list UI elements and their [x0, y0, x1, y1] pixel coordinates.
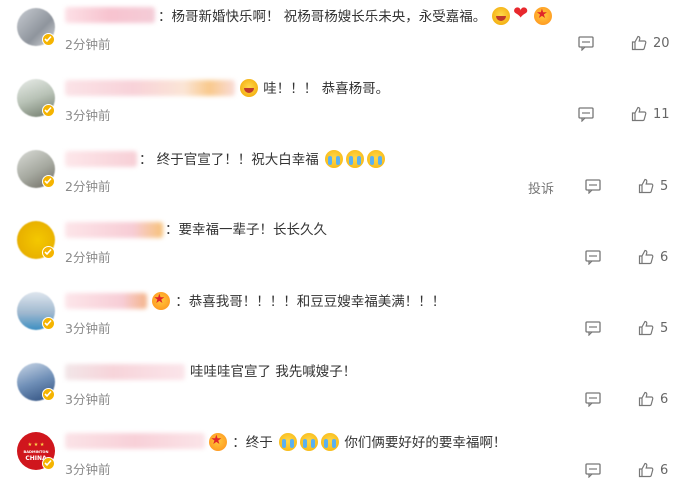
comment-icon[interactable]	[585, 463, 601, 478]
username[interactable]	[65, 222, 163, 238]
comment-item: ：杨哥新婚快乐啊！ 祝杨哥杨嫂长乐未央，永受嘉福。 2分钟前 20	[0, 0, 699, 71]
username[interactable]	[65, 364, 185, 380]
comment-text: ：要幸福一辈子！长长久久	[165, 221, 327, 239]
verified-badge-icon	[42, 246, 55, 259]
comment-body: ：恭喜我哥！！！！和豆豆嫂幸福美满！！！	[175, 294, 446, 310]
starstruck-emoji-icon	[534, 6, 553, 25]
comment-icon[interactable]	[585, 321, 601, 336]
laughing-emoji-icon	[239, 79, 258, 97]
username[interactable]	[65, 7, 155, 23]
starstruck-emoji-icon	[151, 291, 170, 310]
like-count: 6	[660, 250, 669, 265]
verified-badge-icon	[42, 388, 55, 401]
laughing-emoji-icon	[492, 7, 511, 25]
like-count: 5	[660, 321, 669, 336]
verified-badge-icon	[42, 33, 55, 46]
comment-icon[interactable]	[578, 36, 594, 51]
crying-emoji-icon	[299, 433, 318, 451]
comment-text: 哇！！！ 恭喜杨哥。	[238, 79, 389, 98]
comment-icon[interactable]	[585, 392, 601, 407]
timestamp: 2分钟前	[65, 250, 111, 265]
comment-icon[interactable]	[585, 250, 601, 265]
thumbs-up-icon[interactable]	[638, 249, 654, 265]
timestamp: 2分钟前	[65, 179, 111, 194]
crying-emoji-icon	[345, 150, 364, 168]
comment-body: ： 终于官宣了！！祝大白幸福	[139, 152, 319, 168]
comment-item: ★ ★ ★ BADMINTON CHINA ：终于 你们俩要好好的要幸福啊！ 3…	[0, 426, 699, 497]
crying-emoji-icon	[278, 433, 297, 451]
comment-body: 哇！！！ 恭喜杨哥。	[263, 81, 390, 97]
verified-badge-icon	[42, 317, 55, 330]
verified-badge-icon	[42, 457, 55, 470]
verified-badge-icon	[42, 104, 55, 117]
comment-text: ： 终于官宣了！！祝大白幸福	[139, 150, 386, 169]
crying-emoji-icon	[320, 433, 339, 451]
heart-emoji-icon	[513, 5, 531, 25]
starstruck-emoji-icon	[208, 432, 227, 451]
timestamp: 3分钟前	[65, 462, 111, 477]
like-count: 20	[653, 36, 670, 51]
thumbs-up-icon[interactable]	[638, 391, 654, 407]
comment-item: 哇哇哇官宣了 我先喊嫂子！ 3分钟前 6	[0, 355, 699, 426]
crying-emoji-icon	[366, 150, 385, 168]
username[interactable]	[65, 80, 235, 96]
like-count: 11	[653, 107, 670, 122]
timestamp: 3分钟前	[65, 321, 111, 336]
thumbs-up-icon[interactable]	[638, 462, 654, 478]
comment-text: ：恭喜我哥！！！！和豆豆嫂幸福美满！！！	[150, 291, 446, 311]
comment-text: 哇哇哇官宣了 我先喊嫂子！	[190, 363, 356, 381]
thumbs-up-icon[interactable]	[631, 106, 647, 122]
comment-text: ：杨哥新婚快乐啊！ 祝杨哥杨嫂长乐未央，永受嘉福。	[158, 5, 554, 26]
comment-text: ：终于 你们俩要好好的要幸福啊！	[207, 432, 507, 452]
comment-body-start: ：终于	[232, 435, 273, 451]
comment-body: ：要幸福一辈子！长长久久	[165, 222, 327, 238]
comment-item: 哇！！！ 恭喜杨哥。 3分钟前 11	[0, 71, 699, 142]
comment-body: ：杨哥新婚快乐啊！ 祝杨哥杨嫂长乐未央，永受嘉福。	[158, 9, 487, 25]
thumbs-up-icon[interactable]	[631, 35, 647, 51]
comment-item: ：要幸福一辈子！长长久久 2分钟前 6	[0, 213, 699, 284]
thumbs-up-icon[interactable]	[638, 178, 654, 194]
like-count: 6	[660, 463, 669, 478]
comment-icon[interactable]	[578, 107, 594, 122]
svg-text:★ ★ ★: ★ ★ ★	[28, 442, 45, 448]
username[interactable]	[65, 151, 137, 167]
comment-icon[interactable]	[585, 179, 601, 194]
username[interactable]	[65, 293, 147, 309]
timestamp: 3分钟前	[65, 392, 111, 407]
crying-emoji-icon	[324, 150, 343, 168]
comment-item: ： 终于官宣了！！祝大白幸福 2分钟前 投诉 5	[0, 142, 699, 213]
comment-item: ：恭喜我哥！！！！和豆豆嫂幸福美满！！！ 3分钟前 5	[0, 284, 699, 355]
comment-body-end: 你们俩要好好的要幸福啊！	[344, 435, 507, 451]
like-count: 5	[660, 179, 669, 194]
comment-body: 哇哇哇官宣了 我先喊嫂子！	[190, 364, 357, 380]
verified-badge-icon	[42, 175, 55, 188]
timestamp: 3分钟前	[65, 108, 111, 123]
timestamp: 2分钟前	[65, 37, 111, 52]
svg-text:BADMINTON: BADMINTON	[24, 450, 49, 454]
thumbs-up-icon[interactable]	[638, 320, 654, 336]
report-link[interactable]: 投诉	[528, 178, 554, 197]
username[interactable]	[65, 433, 205, 449]
like-count: 6	[660, 392, 669, 407]
